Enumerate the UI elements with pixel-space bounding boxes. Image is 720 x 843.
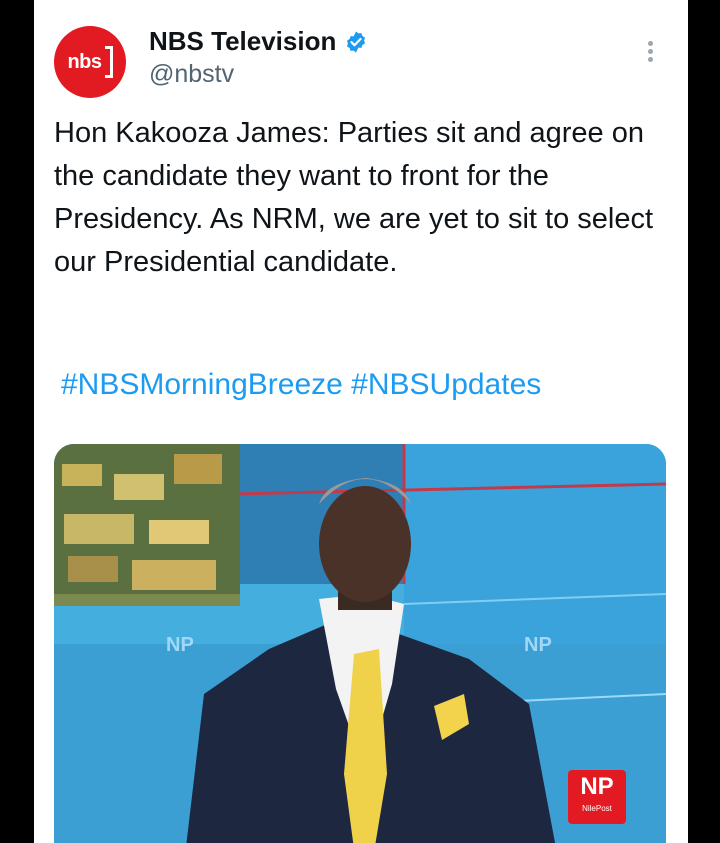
left-edge [0, 0, 34, 843]
nilepost-logo-text: NP [580, 773, 614, 800]
avatar[interactable]: nbs [54, 26, 126, 98]
watermark-text: NP [166, 634, 194, 656]
tweet-media-image[interactable]: NP NP NP NilePost [54, 444, 666, 843]
watermark-text: NP [524, 634, 552, 656]
more-dot [647, 41, 653, 46]
display-name[interactable]: NBS Television [149, 26, 336, 57]
author-handle[interactable]: @nbstv [149, 60, 234, 89]
tweet-card[interactable]: nbs NBS Television @nbstv Hon Kakooza Ja… [34, 0, 688, 843]
avatar-logo-bracket [104, 46, 113, 78]
hashtag-row: #NBSMorningBreeze #NBSUpdates [61, 368, 541, 402]
hashtag-link[interactable]: #NBSMorningBreeze [61, 368, 343, 401]
hashtag-link[interactable]: #NBSUpdates [351, 368, 541, 401]
author-row: NBS Television [149, 26, 368, 57]
more-dot [647, 49, 653, 54]
avatar-logo-text: nbs [67, 50, 102, 73]
nilepost-logo-subtext: NilePost [582, 804, 612, 813]
more-dot [647, 57, 653, 62]
nilepost-logo: NP NilePost [568, 770, 626, 824]
verified-badge-icon [347, 31, 366, 52]
right-edge [688, 0, 720, 843]
tweet-text: Hon Kakooza James: Parties sit and agree… [54, 117, 654, 278]
more-options-icon[interactable] [642, 38, 658, 68]
